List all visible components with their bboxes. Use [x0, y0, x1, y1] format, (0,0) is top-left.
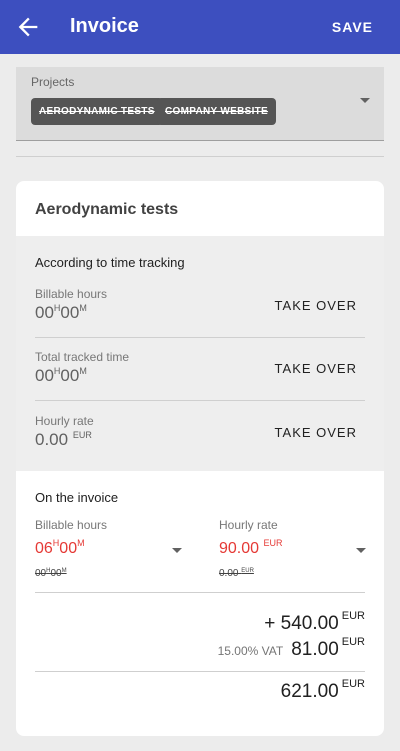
save-button[interactable]: SAVE [332, 19, 373, 35]
project-chip-aerodynamic-tests[interactable]: AERODYNAMIC TESTS [31, 98, 163, 125]
page-title: Invoice [70, 15, 139, 37]
vat-line: 15.00% VAT 81.00 EUR [218, 636, 365, 661]
take-over-total-button[interactable]: TAKE OVER [275, 361, 357, 376]
projects-select[interactable]: Projects AERODYNAMIC TESTS COMPANY WEBSI… [16, 67, 384, 141]
previous-rate-value: 0.00 EUR [219, 568, 254, 579]
rate-dropdown-icon[interactable] [356, 548, 366, 553]
billable-dropdown-icon[interactable] [172, 548, 182, 553]
take-over-billable-button[interactable]: TAKE OVER [275, 298, 357, 313]
dropdown-arrow-icon[interactable] [360, 98, 370, 103]
total-currency: EUR [341, 678, 365, 690]
card-title: Aerodynamic tests [35, 201, 179, 218]
vat-label: 15.00% VAT [217, 644, 284, 658]
subtotal-amount: + 540.00 [264, 613, 339, 634]
take-over-rate-button[interactable]: TAKE OVER [275, 425, 357, 440]
tracking-billable-label: Billable hours [35, 287, 108, 301]
tracking-heading: According to time tracking [35, 255, 185, 270]
vat-currency: EUR [341, 636, 365, 648]
tracking-billable-value: 00H00M [35, 303, 87, 322]
subtotal-currency: EUR [341, 610, 365, 622]
tracking-rate-value: 0.00 EUR [35, 430, 92, 449]
project-chip-company-website[interactable]: COMPANY WEBSITE [157, 98, 277, 125]
divider [16, 156, 384, 157]
divider [35, 400, 365, 401]
time-tracking-section: According to time tracking Billable hour… [16, 236, 384, 471]
projects-label: Projects [31, 75, 75, 89]
invoice-heading: On the invoice [35, 490, 119, 505]
previous-billable-value: 00H00M [35, 568, 67, 579]
tracking-total-value: 00H00M [35, 366, 87, 385]
app-bar: Invoice SAVE [0, 0, 400, 54]
invoice-rate-label: Hourly rate [219, 518, 278, 532]
divider [35, 671, 365, 672]
subtotal-line: + 540.00 EUR [264, 610, 365, 635]
project-card: Aerodynamic tests According to time trac… [16, 181, 384, 736]
total-line: 621.00 EUR [281, 678, 365, 703]
total-amount: 621.00 [280, 681, 339, 702]
invoice-billable-value[interactable]: 06H00M [35, 538, 85, 558]
tracking-rate-label: Hourly rate [35, 414, 94, 428]
back-arrow-icon[interactable] [14, 13, 42, 41]
tracking-total-label: Total tracked time [35, 350, 130, 364]
invoice-rate-value[interactable]: 90.00 EUR [219, 538, 283, 558]
invoice-billable-label: Billable hours [35, 518, 108, 532]
vat-amount: 81.00 [291, 639, 339, 660]
divider [35, 592, 365, 593]
divider [35, 337, 365, 338]
